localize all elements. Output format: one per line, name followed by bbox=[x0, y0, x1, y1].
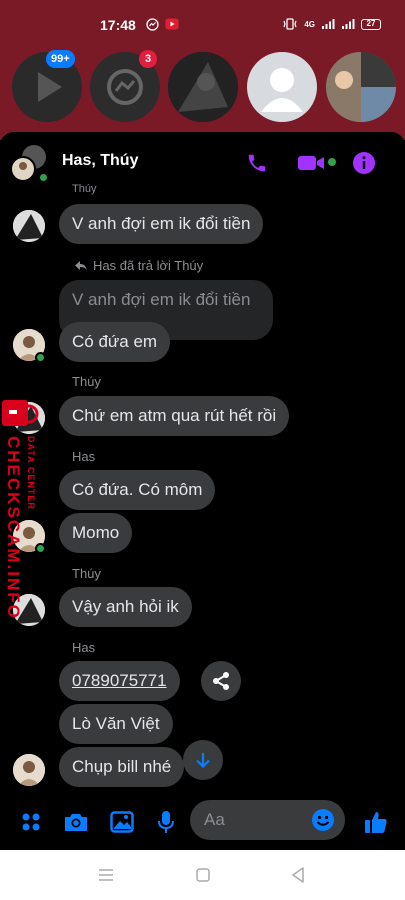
reply-arrow-icon bbox=[75, 260, 87, 271]
phone-icon bbox=[248, 154, 266, 172]
screen: 17:48 4G 27 99+ 3 Has, Thúy Thúy V anh đ… bbox=[0, 0, 405, 900]
message-input[interactable]: Aa bbox=[190, 800, 345, 840]
status-time: 17:48 bbox=[100, 17, 136, 33]
share-icon bbox=[213, 672, 229, 690]
sender-name: Thúy bbox=[72, 374, 101, 389]
home-icon[interactable] bbox=[196, 868, 210, 882]
watermark: DATA CENTER CHECKSCAM.INFO bbox=[0, 398, 40, 620]
emoji-icon[interactable] bbox=[311, 808, 335, 832]
system-nav-bar bbox=[0, 850, 405, 900]
video-active-dot bbox=[328, 158, 336, 166]
menu-button[interactable] bbox=[17, 808, 45, 836]
share-button[interactable] bbox=[201, 661, 241, 701]
chat-head-badge-1: 99+ bbox=[46, 50, 75, 68]
like-button[interactable] bbox=[362, 808, 390, 836]
online-indicator bbox=[38, 172, 49, 183]
youtube-notification-icon bbox=[165, 18, 179, 30]
signal-icon bbox=[322, 19, 335, 29]
sender-name: Has bbox=[72, 640, 96, 655]
quoted-text: V anh đợi em ik đổi tiền bbox=[72, 290, 251, 309]
reply-indicator: Has đã trả lời Thúy bbox=[74, 258, 203, 273]
status-system-icons: 4G 27 bbox=[282, 18, 381, 30]
message-input-placeholder: Aa bbox=[204, 810, 225, 829]
sender-name: Has bbox=[72, 449, 96, 464]
message-bubble[interactable]: Có đứa em bbox=[59, 322, 171, 362]
watermark-logo bbox=[2, 400, 39, 426]
contact-photo-dark bbox=[168, 52, 238, 122]
chat-head-contact-1[interactable] bbox=[168, 52, 238, 122]
menu-icon[interactable] bbox=[98, 868, 114, 882]
chat-panel: Has, Thúy Thúy V anh đợi em ik đổi tiền bbox=[0, 132, 405, 850]
video-camera-icon bbox=[298, 156, 324, 170]
camera-icon bbox=[65, 814, 87, 831]
phone-number-bubble[interactable]: 0789075771 bbox=[59, 661, 180, 701]
message-bubble[interactable]: Chụp bill nhé bbox=[59, 747, 185, 787]
has-online-dot bbox=[35, 352, 46, 363]
message-bubble[interactable]: Có đứa. Có môm bbox=[59, 470, 216, 510]
thuy-avatar-image bbox=[13, 210, 45, 242]
composer-bar: Aa bbox=[0, 798, 405, 850]
scroll-down-button[interactable] bbox=[183, 740, 223, 780]
camera-button[interactable] bbox=[62, 808, 90, 836]
thumbs-up-icon bbox=[365, 812, 387, 833]
has-avatar bbox=[13, 754, 45, 786]
call-button[interactable] bbox=[244, 150, 270, 176]
has-avatar-image bbox=[13, 754, 45, 786]
gallery-button[interactable] bbox=[108, 808, 136, 836]
chat-header: Has, Thúy bbox=[0, 132, 405, 192]
reply-note-text: Has đã trả lời Thúy bbox=[93, 258, 204, 273]
signal-icon-2 bbox=[342, 19, 355, 29]
chat-title[interactable]: Has, Thúy bbox=[62, 152, 138, 170]
watermark-sub: DATA CENTER bbox=[26, 436, 36, 510]
status-notification-icons bbox=[146, 18, 179, 31]
chat-heads-row: 99+ 3 bbox=[0, 48, 405, 122]
message-bubble[interactable]: Vậy anh hỏi ik bbox=[59, 587, 192, 627]
chat-head-default-avatar[interactable] bbox=[247, 52, 317, 122]
sender-name: Thúy bbox=[72, 566, 101, 581]
group-avatar[interactable] bbox=[10, 144, 49, 183]
messenger-notification-icon bbox=[146, 18, 159, 31]
grid-dots-icon bbox=[22, 813, 40, 831]
thuy-avatar bbox=[13, 210, 45, 242]
image-icon bbox=[110, 811, 134, 833]
back-icon[interactable] bbox=[291, 867, 305, 883]
arrow-down-icon bbox=[196, 753, 210, 769]
voice-button[interactable] bbox=[152, 808, 180, 836]
message-bubble[interactable]: Lò Văn Việt bbox=[59, 704, 173, 744]
message-list[interactable]: Thúy V anh đợi em ik đổi tiền Has đã trả… bbox=[0, 183, 405, 794]
message-bubble[interactable]: V anh đợi em ik đổi tiền bbox=[59, 204, 264, 244]
vibrate-icon bbox=[283, 18, 297, 30]
chat-head-group[interactable] bbox=[326, 52, 396, 122]
info-icon bbox=[353, 152, 375, 174]
battery-level: 27 bbox=[361, 18, 381, 30]
sender-name: Thúy bbox=[72, 183, 97, 195]
message-bubble[interactable]: Chứ em atm qua rút hết rồi bbox=[59, 396, 290, 436]
info-button[interactable] bbox=[351, 150, 377, 176]
watermark-brand: CHECKSCAM.INFO bbox=[4, 436, 23, 620]
microphone-icon bbox=[158, 811, 174, 833]
message-bubble[interactable]: Momo bbox=[59, 513, 133, 553]
status-bar: 17:48 4G 27 bbox=[0, 0, 405, 50]
network-type: 4G bbox=[304, 19, 315, 29]
group-photo bbox=[326, 52, 396, 122]
chat-head-badge-2: 3 bbox=[139, 50, 157, 68]
default-avatar-icon bbox=[261, 68, 303, 112]
video-call-button[interactable] bbox=[296, 150, 328, 176]
